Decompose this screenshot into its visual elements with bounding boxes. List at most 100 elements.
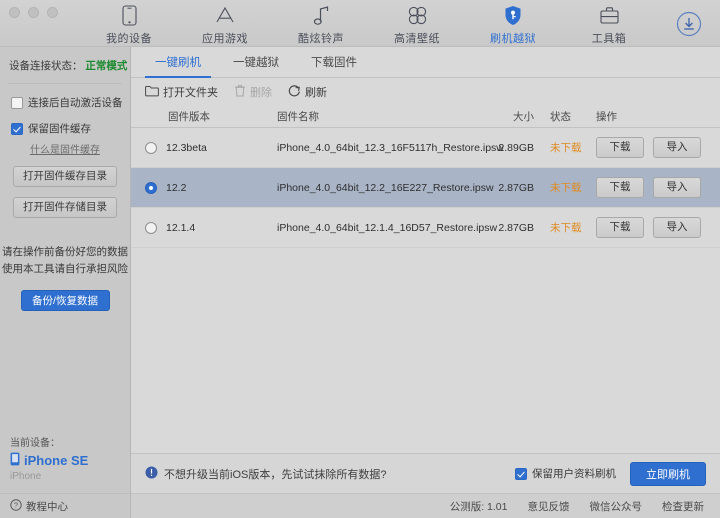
- toolbar-item-wallpapers[interactable]: 高清壁纸: [386, 1, 448, 46]
- row-select-radio[interactable]: [145, 181, 157, 194]
- row-size: 2.87GB: [498, 221, 534, 234]
- window-traffic-lights: [9, 7, 58, 18]
- appstore-icon: [214, 5, 236, 27]
- firmware-table-header: 固件版本 固件名称 大小 状态 操作: [131, 106, 720, 128]
- app-version: 公测版: 1.01: [449, 500, 508, 513]
- zoom-button[interactable]: [47, 7, 58, 18]
- keep-user-data-checkbox[interactable]: [515, 467, 527, 480]
- phone-icon: [121, 5, 137, 27]
- feedback-link[interactable]: 意见反馈: [528, 499, 570, 514]
- toolbox-icon: [599, 5, 620, 27]
- device-connection-status-label: 设备连接状态：: [9, 60, 83, 72]
- auto-activate-checkbox-row[interactable]: 连接后自动激活设备: [0, 95, 130, 110]
- row-filename: iPhone_4.0_64bit_12.1.4_16D57_Restore.ip…: [277, 221, 498, 234]
- refresh-icon: [288, 84, 301, 100]
- row-import-button[interactable]: 导入: [653, 137, 701, 158]
- table-row[interactable]: 12.1.4 iPhone_4.0_64bit_12.1.4_16D57_Res…: [131, 208, 720, 248]
- row-download-button[interactable]: 下载: [596, 137, 644, 158]
- table-row[interactable]: 12.2 iPhone_4.0_64bit_12.2_16E227_Restor…: [131, 168, 720, 208]
- check-update-link[interactable]: 检查更新: [662, 499, 704, 514]
- keep-cache-checkbox[interactable]: [11, 122, 23, 135]
- row-select-radio[interactable]: [145, 141, 157, 154]
- auto-activate-checkbox[interactable]: [11, 96, 23, 109]
- row-select-radio[interactable]: [145, 221, 157, 234]
- toolbar-item-toolbox[interactable]: 工具箱: [578, 1, 640, 46]
- toolbar-nav: 我的设备 应用游戏 酷炫铃声 高清壁纸 刷机越狱 工具箱: [80, 1, 640, 46]
- tab-one-click-jailbreak[interactable]: 一键越狱: [217, 47, 295, 77]
- row-import-button[interactable]: 导入: [653, 217, 701, 238]
- tab-download-firmware[interactable]: 下载固件: [295, 47, 373, 77]
- current-device-name-row: iPhone SE: [10, 452, 130, 469]
- cache-help-link[interactable]: 什么是固件缓存: [30, 141, 130, 156]
- row-version-cell: 12.3beta: [145, 141, 277, 154]
- backup-restore-button[interactable]: 备份/恢复数据: [20, 290, 110, 311]
- info-icon: [145, 466, 158, 482]
- open-folder-action[interactable]: 打开文件夹: [145, 84, 218, 100]
- flash-now-button[interactable]: 立即刷机: [630, 461, 706, 486]
- erase-data-hint-label: 不想升级当前iOS版本，先试试抹除所有数据?: [164, 468, 387, 481]
- toolbar-item-label: 酷炫铃声: [298, 32, 344, 45]
- open-cache-dir-button[interactable]: 打开固件缓存目录: [13, 166, 117, 187]
- row-filename: iPhone_4.0_64bit_12.3_16F5117h_Restore.i…: [277, 141, 504, 154]
- refresh-action[interactable]: 刷新: [288, 84, 327, 100]
- content-tabs: 一键刷机 一键越狱 下载固件: [131, 47, 720, 78]
- toolbar-item-label: 工具箱: [591, 32, 627, 45]
- row-import-button[interactable]: 导入: [653, 177, 701, 198]
- row-version-cell: 12.1.4: [145, 221, 277, 234]
- keep-user-data-checkbox-row[interactable]: 保留用户资料刷机: [515, 466, 616, 481]
- keep-user-data-label: 保留用户资料刷机: [532, 468, 616, 480]
- row-download-button[interactable]: 下载: [596, 217, 644, 238]
- row-actions: 下载 导入: [596, 177, 720, 198]
- folder-icon: [145, 85, 159, 100]
- firmware-table-body: 12.3beta iPhone_4.0_64bit_12.3_16F5117h_…: [131, 128, 720, 248]
- row-version-cell: 12.2: [145, 181, 277, 194]
- backup-warning: 请在操作前备份好您的数据 使用本工具请自行承担风险: [0, 244, 130, 278]
- svg-text:?: ?: [14, 500, 18, 509]
- flower-icon: [407, 5, 428, 27]
- keep-cache-checkbox-row[interactable]: 保留固件缓存: [0, 121, 130, 136]
- row-state: 未下载: [550, 182, 582, 194]
- toolbar-item-flash-jailbreak[interactable]: 刷机越狱: [482, 1, 544, 46]
- toolbar-item-label: 高清壁纸: [394, 32, 440, 45]
- toolbar-item-apps-games[interactable]: 应用游戏: [194, 1, 256, 46]
- current-device-block[interactable]: 当前设备： iPhone SE iPhone: [0, 434, 130, 493]
- column-header-actions: 操作: [596, 111, 617, 123]
- row-version: 12.2: [166, 181, 187, 194]
- status-bar: 公测版: 1.01 意见反馈 微信公众号 检查更新: [131, 493, 720, 518]
- row-actions: 下载 导入: [596, 217, 720, 238]
- row-filename: iPhone_4.0_64bit_12.2_16E227_Restore.ips…: [277, 181, 494, 194]
- toolbar-item-my-device[interactable]: 我的设备: [98, 1, 160, 46]
- toolbar-item-ringtones[interactable]: 酷炫铃声: [290, 1, 352, 46]
- current-device-label: 当前设备：: [10, 438, 60, 449]
- delete-label: 删除: [250, 87, 272, 99]
- close-button[interactable]: [9, 7, 20, 18]
- wechat-link[interactable]: 微信公众号: [590, 499, 643, 514]
- tutorial-center-link[interactable]: ? 教程中心: [0, 493, 130, 518]
- trash-icon: [234, 84, 246, 100]
- column-header-filename: 固件名称: [277, 111, 319, 123]
- table-row[interactable]: 12.3beta iPhone_4.0_64bit_12.3_16F5117h_…: [131, 128, 720, 168]
- backup-warning-line-1: 请在操作前备份好您的数据: [2, 246, 128, 258]
- shield-key-icon: [504, 5, 522, 27]
- sidebar-divider: [8, 83, 122, 84]
- toolbar-item-label: 我的设备: [106, 32, 152, 45]
- app-window: 我的设备 应用游戏 酷炫铃声 高清壁纸 刷机越狱 工具箱 设备连接状态： 正常模…: [0, 0, 720, 518]
- tab-one-click-flash[interactable]: 一键刷机: [139, 47, 217, 78]
- column-header-version: 固件版本: [168, 111, 210, 123]
- tab-label: 下载固件: [311, 57, 357, 69]
- row-version: 12.3beta: [166, 141, 207, 154]
- erase-data-hint[interactable]: 不想升级当前iOS版本，先试试抹除所有数据?: [145, 466, 386, 482]
- open-storage-dir-button[interactable]: 打开固件存储目录: [13, 197, 117, 218]
- sidebar: 设备连接状态： 正常模式 连接后自动激活设备 保留固件缓存 什么是固件缓存 打开…: [0, 47, 131, 518]
- row-download-button[interactable]: 下载: [596, 177, 644, 198]
- toolbar-item-label: 刷机越狱: [490, 32, 536, 45]
- current-device-name: iPhone SE: [24, 453, 89, 468]
- row-state: 未下载: [550, 222, 582, 234]
- device-connection-status: 设备连接状态： 正常模式: [0, 47, 130, 73]
- delete-action: 删除: [234, 84, 272, 100]
- row-state: 未下载: [550, 142, 582, 154]
- device-connection-status-value: 正常模式: [85, 60, 128, 72]
- download-circle-icon[interactable]: [676, 11, 702, 37]
- minimize-button[interactable]: [28, 7, 39, 18]
